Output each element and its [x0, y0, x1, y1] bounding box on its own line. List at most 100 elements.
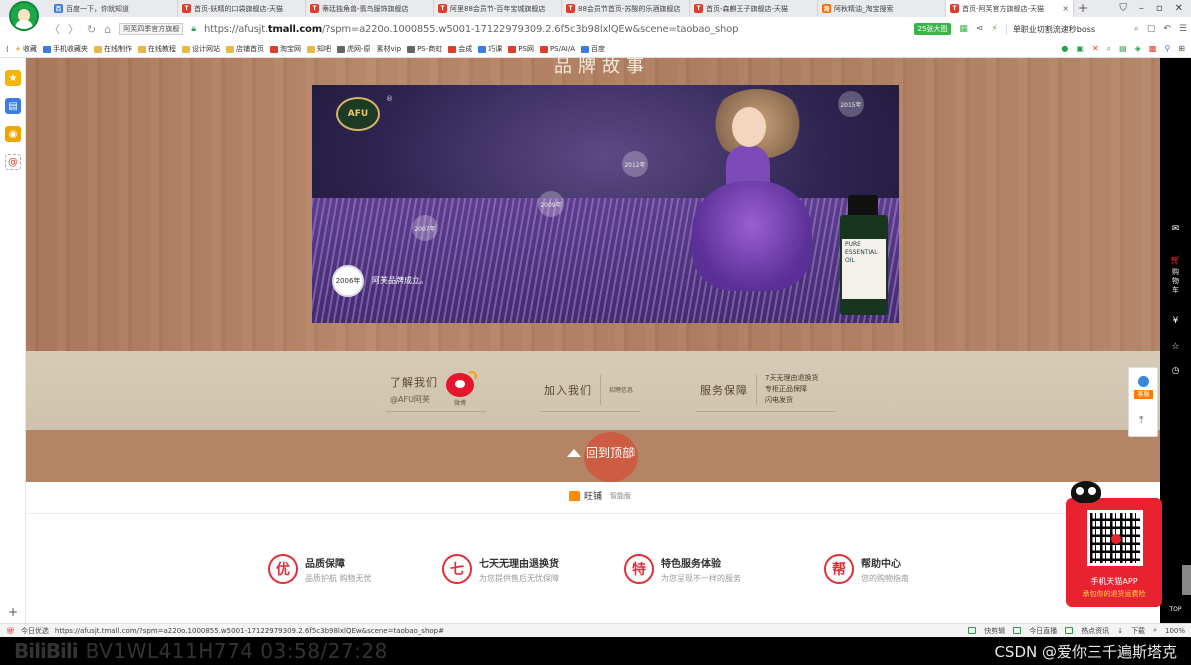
bolt-icon[interactable]: ⚡︎ — [991, 24, 997, 34]
menu-icon[interactable]: ☰ — [1179, 24, 1187, 34]
forward-icon[interactable]: 〉 — [68, 21, 79, 37]
undo-icon[interactable]: ↶ — [1163, 24, 1171, 34]
back-to-top-button[interactable]: 回到顶部 ☝ — [567, 444, 636, 461]
add-icon[interactable]: + — [5, 604, 21, 620]
maximize-icon[interactable]: ▫ — [1156, 3, 1163, 14]
top-label[interactable]: TOP — [1160, 606, 1191, 613]
bookmark-online-make[interactable]: 在线制作 — [94, 44, 132, 54]
customer-service-widget[interactable]: 客服 ⤒ — [1128, 367, 1158, 437]
new-tab-button[interactable]: + — [1074, 0, 1092, 17]
mail-at-icon[interactable]: @ — [5, 154, 21, 170]
notes-icon[interactable]: ▤ — [5, 98, 21, 114]
status-item[interactable]: 快剪辑 — [984, 626, 1005, 636]
today-picks[interactable]: 今日优选 — [21, 626, 49, 636]
search-input[interactable]: 单职业切割流速秒boss — [1005, 23, 1126, 35]
about-us-title: 了解我们 — [390, 376, 438, 389]
bookmark-zhiba[interactable]: 知吧 — [307, 44, 331, 54]
guarantee-special[interactable]: 特 特色服务体验 为您呈现不一样的服务 — [624, 554, 741, 584]
bookmark-ps-shanghong[interactable]: PS-商虹 — [407, 44, 442, 54]
guarantee-seven-day[interactable]: 七 七天无理由退换货 为您提供售后无忧保障 — [442, 554, 559, 584]
user-avatar[interactable] — [9, 1, 39, 31]
folder-icon — [43, 45, 52, 53]
shirt-icon[interactable]: ⛉ — [1119, 3, 1127, 14]
chevron-up-icon — [567, 448, 581, 457]
tab-6[interactable]: 淘阿秋精油_淘宝搜索 — [818, 0, 946, 17]
sidebar-toggle-icon[interactable]: ⟨ — [6, 45, 9, 53]
tmall-app-promo[interactable]: 天猫 手机天猫APP 承包你的退货运费险 — [1066, 481, 1162, 607]
bookmark-shop-home[interactable]: 店铺首页 — [226, 44, 264, 54]
wangpu-brand[interactable]: 旺铺 智能版 — [569, 489, 631, 502]
chat-icon[interactable]: ▤ — [1119, 44, 1127, 54]
cart-icon[interactable]: 🛒︎ — [1160, 256, 1191, 266]
back-icon[interactable]: 〈 — [49, 21, 60, 37]
url-field[interactable]: https://afusjt.tmall.com/?spm=a220o.1000… — [204, 24, 738, 35]
shield-icon[interactable]: ◈ — [1135, 44, 1141, 54]
tab-5[interactable]: T 首页-森麒王子旗舰店-天猫 — [690, 0, 818, 17]
close-window-icon[interactable]: ✕ — [1175, 3, 1183, 14]
status-item[interactable]: 下载 — [1131, 626, 1145, 636]
close-tab-icon[interactable]: × — [1062, 4, 1069, 13]
bookmark-online-tutorial[interactable]: 在线教程 — [138, 44, 176, 54]
fk-icon[interactable]: ▩ — [1149, 44, 1157, 54]
window-icon[interactable]: ▢ — [1147, 24, 1156, 34]
history-icon[interactable]: ◷ — [1160, 366, 1191, 376]
bookmark-mobile[interactable]: 手机收藏夹 — [43, 44, 88, 54]
scrollbar-thumb[interactable] — [1182, 565, 1191, 595]
search-icon[interactable]: ⌕ — [1134, 24, 1139, 34]
cross-icon[interactable]: ✕ — [1092, 44, 1099, 54]
home-icon[interactable]: ⌂ — [104, 23, 111, 36]
status-item[interactable]: 今日直播 — [1029, 626, 1057, 636]
extension-icons: ● ▣ ✕ ⌕ ▤ ◈ ▩ ⚲ ⊞ — [1061, 44, 1185, 54]
tab-title: 百度一下，你就知道 — [66, 4, 129, 13]
tab-2[interactable]: T 蒂廷独角兽-翡鸟服饰旗舰店 — [306, 0, 434, 17]
registered-mark: ® — [386, 95, 393, 103]
tab-favicon: 百 — [54, 4, 63, 13]
join-us-section[interactable]: 加入我们 招聘信息 — [540, 368, 640, 412]
service-section[interactable]: 服务保障 7天无理由退换货 专柜正品保障 闪电发货 — [696, 368, 836, 412]
tab-4[interactable]: T 88会员节首页-苏酸的乐酒旗舰店 — [562, 0, 690, 17]
reload-icon[interactable]: ↻ — [87, 23, 96, 36]
weibo-icon[interactable]: ◉ — [5, 126, 21, 142]
tab-3[interactable]: T 阿里88会员节-百年宝城旗舰店 — [434, 0, 562, 17]
tab-7-active[interactable]: T 首页-阿芙官方旗舰店-天猫 × — [946, 0, 1074, 17]
guarantee-quality[interactable]: 优 品质保障 品质护航 购物无忧 — [268, 554, 372, 584]
favorites-star-icon[interactable]: ★ — [5, 70, 21, 86]
to-top-icon[interactable]: ⤒ — [1139, 415, 1143, 426]
bookmark-favorites[interactable]: ★ 收藏 — [15, 44, 37, 54]
favorites-icon[interactable]: ☆ — [1160, 342, 1191, 352]
plugin-icon[interactable]: ▣ — [1076, 44, 1084, 54]
bookmark-qiaoke[interactable]: 巧课 — [478, 44, 502, 54]
green-circle-icon[interactable]: ● — [1061, 44, 1068, 54]
search-tool-icon[interactable]: ⌕ — [1107, 44, 1111, 54]
extension-icon[interactable]: ▦ — [959, 24, 968, 34]
zoom-level[interactable]: 100% — [1165, 627, 1185, 635]
status-item[interactable]: 热点资讯 — [1081, 626, 1109, 636]
cart-label[interactable]: 购物车 — [1171, 268, 1180, 295]
image-count-button[interactable]: 25张大图 — [913, 23, 952, 35]
tab-0[interactable]: 百百度一下，你就知道 — [50, 0, 178, 17]
kefu-label[interactable]: 客服 — [1134, 390, 1153, 399]
pin-icon[interactable]: ⚲ — [1164, 44, 1170, 54]
bookmark-baidu[interactable]: 百度 — [580, 44, 605, 54]
bookmark-huwang[interactable]: 虎网-原 — [337, 44, 371, 54]
bookmark-sucai[interactable]: 素材vip — [377, 44, 402, 54]
year-dot-2009[interactable]: 2009年 — [538, 191, 564, 217]
bookmark-psnet[interactable]: PS网 — [508, 44, 534, 54]
guarantee-help[interactable]: 帮 帮助中心 您的购物指南 — [824, 554, 909, 584]
bookmark-ps-ai[interactable]: PS/AI/A — [539, 45, 575, 53]
year-dot-2006[interactable]: 2006年 — [332, 265, 364, 297]
year-dot-2012[interactable]: 2012年 — [622, 151, 648, 177]
bookmark-design-sites[interactable]: 设计网站 — [182, 44, 220, 54]
share-icon[interactable]: ⋖ — [976, 24, 984, 34]
about-us-section[interactable]: 了解我们 @AFU阿芙 微博 — [386, 368, 486, 412]
bookmark-taobao[interactable]: 淘宝网 — [270, 44, 301, 54]
bookmark-huicheng[interactable]: 会成 — [448, 44, 472, 54]
minimize-icon[interactable]: – — [1139, 3, 1144, 14]
tab-1[interactable]: T 首页-妖精的口袋旗舰店-天猫 — [178, 0, 306, 17]
assets-icon[interactable]: ¥ — [1160, 316, 1191, 326]
message-icon[interactable]: ✉ — [1160, 224, 1191, 234]
grid-icon[interactable]: ⊞ — [1178, 44, 1185, 54]
year-dot-2015[interactable]: 2015年 — [838, 91, 864, 117]
weibo-icon[interactable] — [446, 370, 477, 397]
year-dot-2007[interactable]: 2007年 — [412, 215, 438, 241]
